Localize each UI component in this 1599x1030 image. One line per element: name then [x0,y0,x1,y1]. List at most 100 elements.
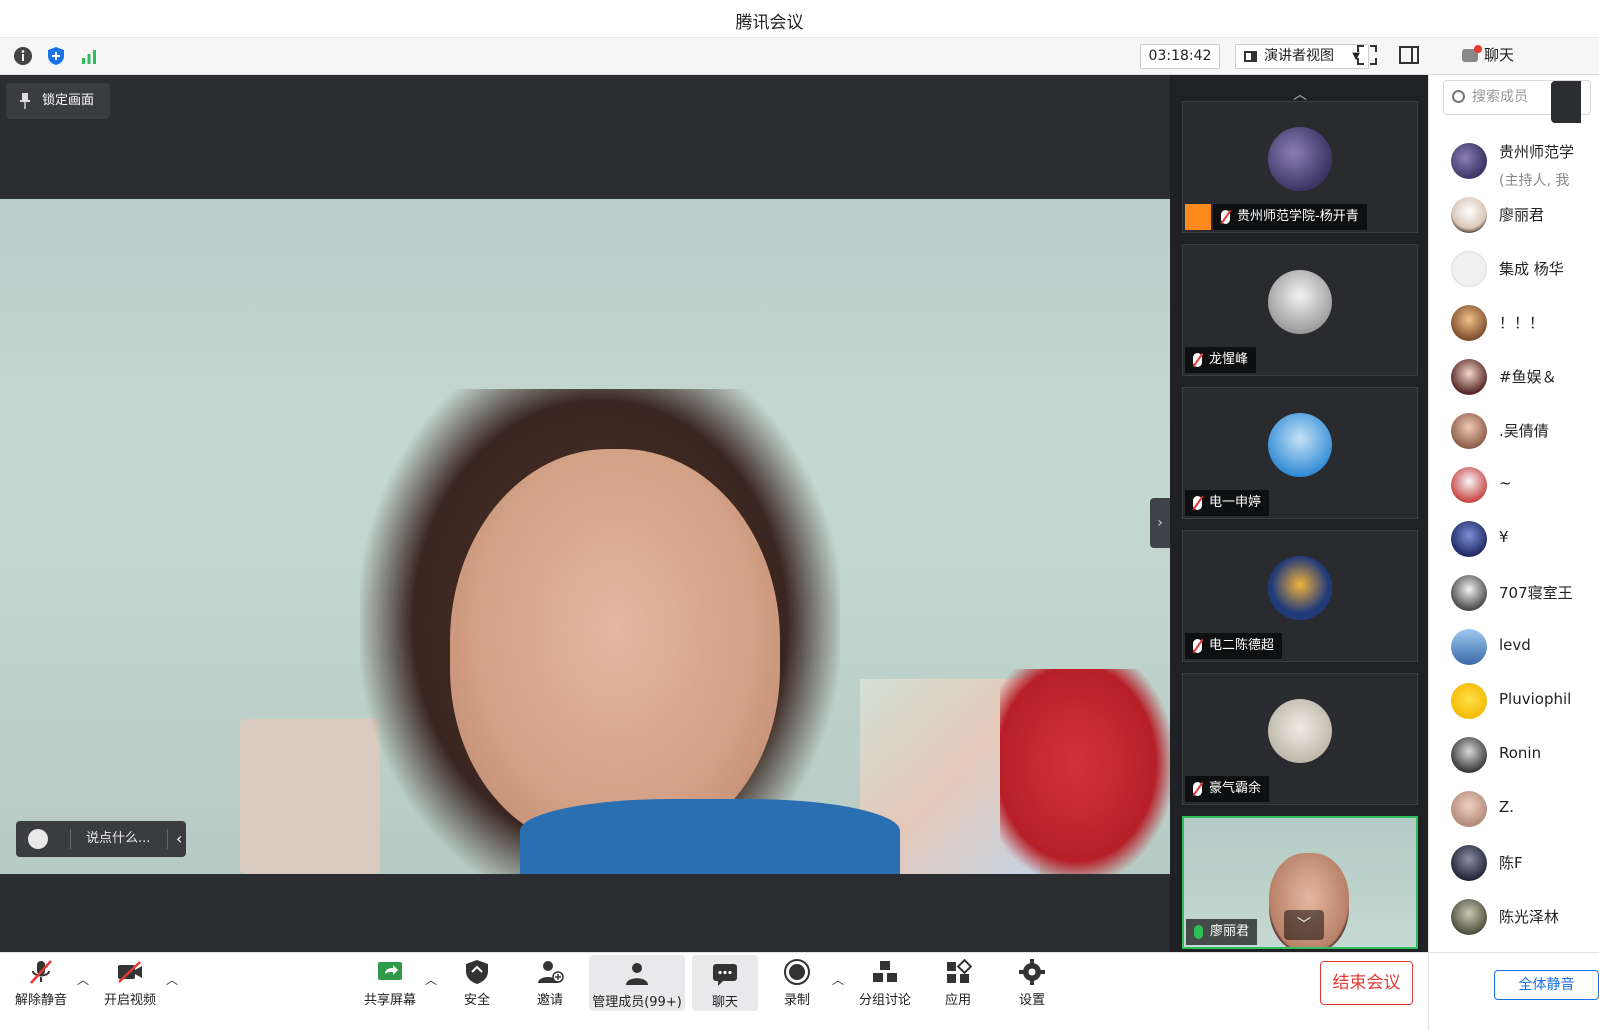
member-list-item[interactable]: #鱼娱＆ [1429,350,1599,404]
member-name: ¥ [1499,528,1509,546]
info-icon[interactable] [12,45,34,67]
member-role: (主持人, 我 [1499,173,1570,189]
unread-dot [1474,45,1482,53]
start-video-button[interactable]: 开启视频 [100,953,160,1009]
end-meeting-button[interactable]: 结束会议 [1320,961,1413,1005]
unmute-button[interactable]: 解除静音 [12,953,70,1009]
avatar [1268,699,1332,763]
view-mode-select[interactable]: 演讲者视图 ▼ [1235,44,1369,69]
participant-tile[interactable]: 贵州师范学院-杨开青 [1182,101,1418,233]
title-bar: 腾讯会议 [0,0,1599,38]
speaker-view-icon [1244,51,1257,62]
chevron-up-icon[interactable]: ︿ [77,971,89,988]
member-list-item[interactable]: ~ [1429,458,1599,512]
participant-tile[interactable]: 龙惺峰 [1182,244,1418,376]
record-label: 录制 [783,993,810,1008]
share-screen-button[interactable]: 共享屏幕 [360,953,420,1009]
avatar [1451,683,1487,719]
member-list-item[interactable]: 集成 杨华 [1429,242,1599,296]
mic-active-icon [1194,925,1203,939]
member-list-item[interactable]: 陈F [1429,836,1599,890]
meeting-window: 腾讯会议 03:18:42 演讲者视图 ▼ 聊天 锁定画面 说点什么... ‹ … [0,0,1599,1030]
bottom-control-bar: 解除静音 ︿ 开启视频 ︿ 共享屏幕 ︿ 安全 邀请 管理成员(99+) 聊天 [0,952,1599,1030]
member-list-item[interactable]: Ronin [1429,728,1599,782]
avatar [1451,413,1487,449]
security-button[interactable]: 安全 [455,953,499,1009]
participant-nameplate: 廖丽君 [1186,919,1258,945]
mic-muted-icon [1193,782,1202,796]
participant-nameplate: 电一申婷 [1185,490,1270,516]
settings-button[interactable]: 设置 [1010,953,1054,1009]
background-shelf [240,719,380,874]
member-list-item[interactable]: ¥ [1429,512,1599,566]
fullscreen-icon[interactable] [1356,44,1378,66]
avatar [1268,556,1332,620]
security-label: 安全 [463,993,490,1008]
participant-nameplate: 贵州师范学院-杨开青 [1213,204,1367,230]
self-participant-tile[interactable]: ﹀ 廖丽君 [1182,816,1418,949]
avatar [1451,521,1487,557]
participant-tile[interactable]: 电一申婷 [1182,387,1418,519]
window-title: 腾讯会议 [735,13,804,33]
member-name: 贵州师范学 [1499,143,1575,161]
mic-muted-icon [1193,639,1202,653]
member-list-item[interactable]: Z. [1429,782,1599,836]
camera-off-icon [118,961,142,983]
manage-members-label: 管理成员(99+) [592,995,682,1010]
chevron-up-icon[interactable]: ︿ [832,971,844,988]
avatar [1451,845,1487,881]
member-name: Pluviophil [1499,690,1572,708]
divider [70,829,71,849]
mic-muted-icon [1193,496,1202,510]
share-screen-icon [378,962,402,980]
avatar [1268,270,1332,334]
member-list-item[interactable]: ！！！ [1429,296,1599,350]
shield-icon [466,960,488,984]
breakout-rooms-button[interactable]: 分组讨论 [856,953,914,1009]
participant-tile[interactable]: 电二陈德超 [1182,530,1418,662]
gear-icon [1019,959,1045,985]
participant-strip: ︿ 贵州师范学院-杨开青 龙惺峰 电一申婷 电二陈德超 豪气霸余 ﹀ 廖丽君 [1170,75,1428,952]
member-list-item[interactable]: levd [1429,620,1599,674]
speaker-face [450,449,780,849]
breakout-rooms-label: 分组讨论 [858,993,911,1008]
record-button[interactable]: 录制 [776,953,818,1009]
participant-name: 豪气霸余 [1209,781,1262,796]
avatar [1451,251,1487,287]
member-list-item[interactable]: .吴倩倩 [1429,404,1599,458]
collapse-strip-handle[interactable]: › [1150,498,1170,548]
lock-view-button[interactable]: 锁定画面 [6,83,110,119]
emoji-icon[interactable] [28,829,48,849]
security-shield-icon[interactable] [45,45,67,67]
avatar [1451,629,1487,665]
search-side-tab[interactable] [1551,81,1581,123]
chevron-up-icon[interactable]: ︿ [166,971,178,988]
search-icon [1452,90,1465,103]
avatar [1268,413,1332,477]
quick-chat-input[interactable]: 说点什么... ‹ [16,821,186,857]
member-list-item[interactable]: 贵州师范学 (主持人, 我 [1429,134,1599,189]
chevron-down-icon[interactable]: ﹀ [1284,910,1324,940]
participant-tile[interactable]: 豪气霸余 [1182,673,1418,805]
mute-all-button[interactable]: 全体静音 [1494,970,1599,1000]
chevron-up-icon[interactable]: ︿ [425,971,437,988]
participant-nameplate: 电二陈德超 [1185,633,1283,659]
unmute-label: 解除静音 [14,993,67,1008]
side-panel-toggle-icon[interactable] [1398,44,1420,66]
mic-muted-icon [1193,353,1202,367]
invite-button[interactable]: 邀请 [527,953,573,1009]
view-mode-label: 演讲者视图 [1264,48,1334,64]
chat-tab[interactable]: 聊天 [1462,44,1514,65]
member-list-item[interactable]: Pluviophil [1429,674,1599,728]
chat-button[interactable]: 聊天 [692,955,758,1011]
mic-muted-icon [30,960,52,984]
chevron-left-icon[interactable]: ‹ [176,821,182,857]
member-list-item[interactable]: 廖丽君 [1429,188,1599,242]
apps-button[interactable]: 应用 [936,953,980,1009]
avatar [1451,467,1487,503]
manage-members-button[interactable]: 管理成员(99+) [589,955,685,1011]
member-list-item[interactable]: 707寝室王 [1429,566,1599,620]
signal-strength-icon[interactable] [78,45,100,67]
participant-name: 电一申婷 [1209,495,1262,510]
member-list-item[interactable]: 陈光泽林 [1429,890,1599,944]
